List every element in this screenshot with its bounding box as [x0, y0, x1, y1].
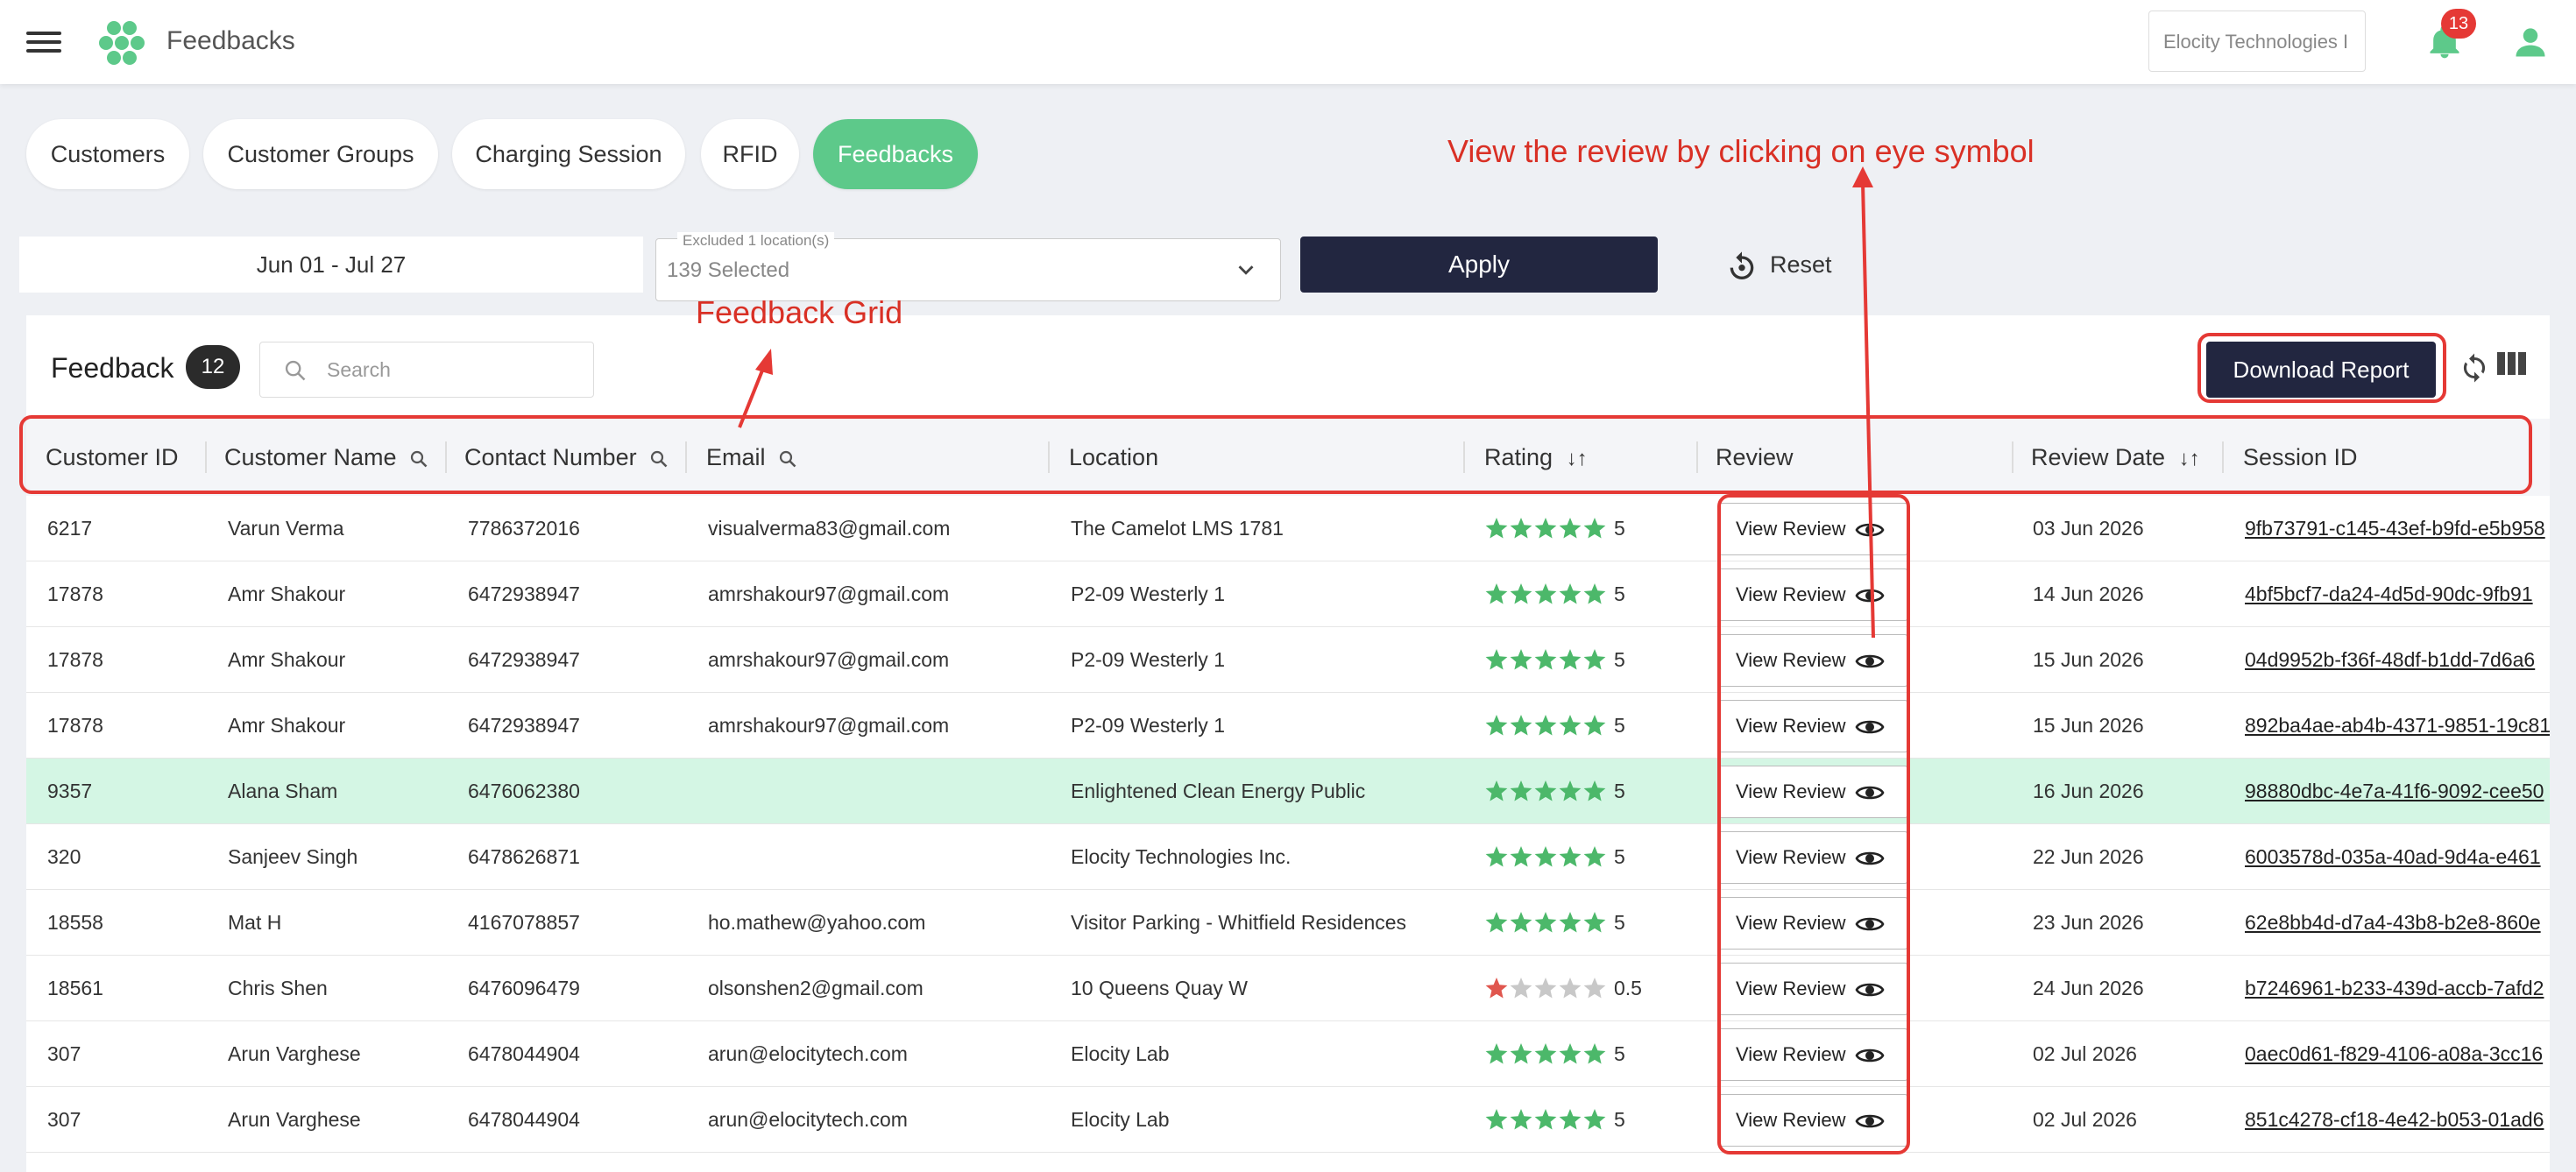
grid-note-arrowhead [755, 349, 773, 375]
annotation-arrows [738, 166, 1875, 639]
grid-note-arrow [738, 365, 766, 428]
eye-note-arrowhead [1852, 166, 1873, 187]
eye-note-arrow [1861, 181, 1875, 639]
